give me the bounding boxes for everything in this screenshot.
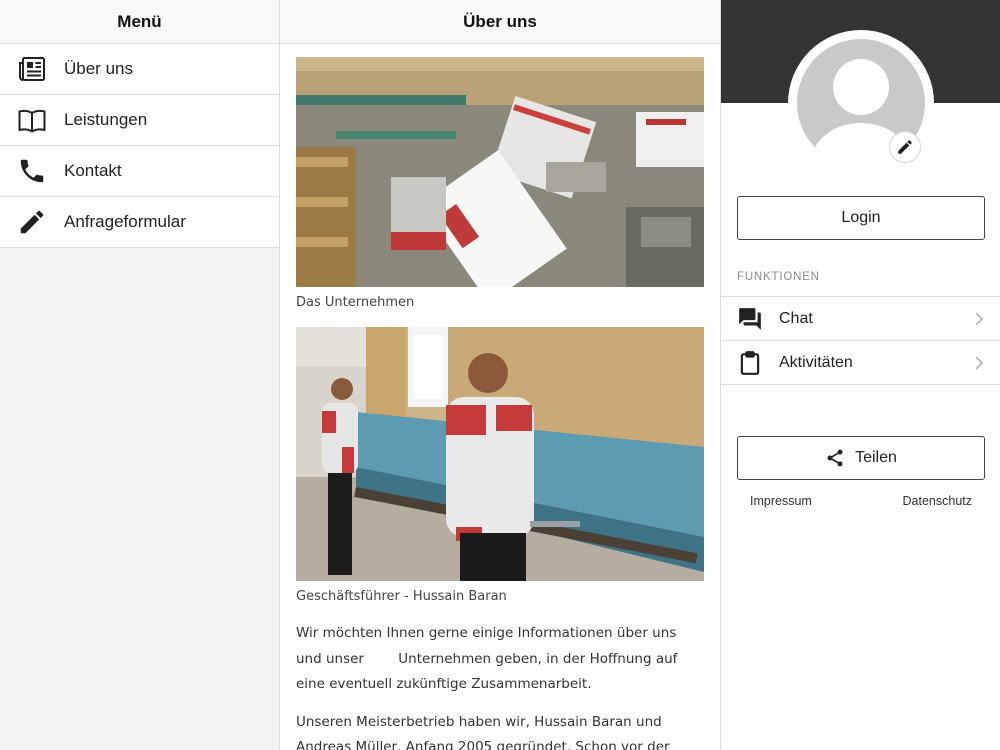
datenschutz-link[interactable]: Datenschutz (903, 494, 972, 508)
chevron-right-icon (975, 312, 984, 326)
pencil-icon (898, 140, 912, 154)
phone-icon (0, 156, 64, 186)
photo-caption: Das Unternehmen (296, 295, 415, 310)
book-icon (0, 105, 64, 135)
share-icon (827, 449, 843, 467)
functions-list: Chat Aktivitäten (721, 296, 1000, 385)
avatar-head (833, 59, 889, 115)
menu-item-leistungen[interactable]: Leistungen (0, 95, 279, 146)
functions-section-title: FUNKTIONEN (737, 271, 820, 283)
menu-item-ueber-uns[interactable]: Über uns (0, 44, 279, 95)
menu-panel: Menü Über uns Leistungen Kontakt Anfrage… (0, 0, 280, 750)
share-button[interactable]: Teilen (737, 436, 985, 480)
menu-item-label: Über uns (64, 59, 133, 78)
login-button[interactable]: Login (737, 196, 985, 240)
footer-links: Impressum Datenschutz (721, 494, 1000, 508)
newspaper-icon (0, 54, 64, 84)
menu-title: Menü (0, 0, 279, 44)
function-label: Aktivitäten (779, 353, 853, 371)
clipboard-icon (721, 350, 779, 376)
function-item-chat[interactable]: Chat (721, 297, 1000, 341)
menu-item-label: Anfrageformular (64, 212, 186, 231)
menu-item-anfrageformular[interactable]: Anfrageformular (0, 197, 279, 248)
impressum-link[interactable]: Impressum (750, 494, 812, 508)
login-label: Login (841, 209, 881, 226)
share-label: Teilen (855, 449, 897, 466)
function-item-aktivitaeten[interactable]: Aktivitäten (721, 341, 1000, 385)
pencil-icon (0, 207, 64, 237)
page-title: Über uns (280, 0, 720, 44)
menu-item-label: Kontakt (64, 161, 122, 180)
intro-paragraph: Wir möchten Ihnen gerne einige Informati… (296, 625, 678, 692)
chat-icon (721, 306, 779, 332)
profile-panel: Login FUNKTIONEN Chat Aktivitäten Teilen… (720, 0, 1000, 750)
menu-item-label: Leistungen (64, 110, 148, 129)
content-panel: Über uns Das Unternehmen Geschäftsführer… (280, 0, 720, 750)
company-photo (296, 57, 704, 287)
menu-item-kontakt[interactable]: Kontakt (0, 146, 279, 197)
chevron-right-icon (975, 356, 984, 370)
edit-avatar-button[interactable] (889, 131, 921, 163)
history-paragraph: Unseren Meisterbetrieb haben wir, Hussai… (296, 713, 670, 750)
manager-photo (296, 327, 704, 581)
content-scroll-area[interactable]: Das Unternehmen Geschäftsführer - Hussai… (280, 44, 720, 750)
photo-caption: Geschäftsführer - Hussain Baran (296, 589, 507, 604)
function-label: Chat (779, 309, 813, 327)
